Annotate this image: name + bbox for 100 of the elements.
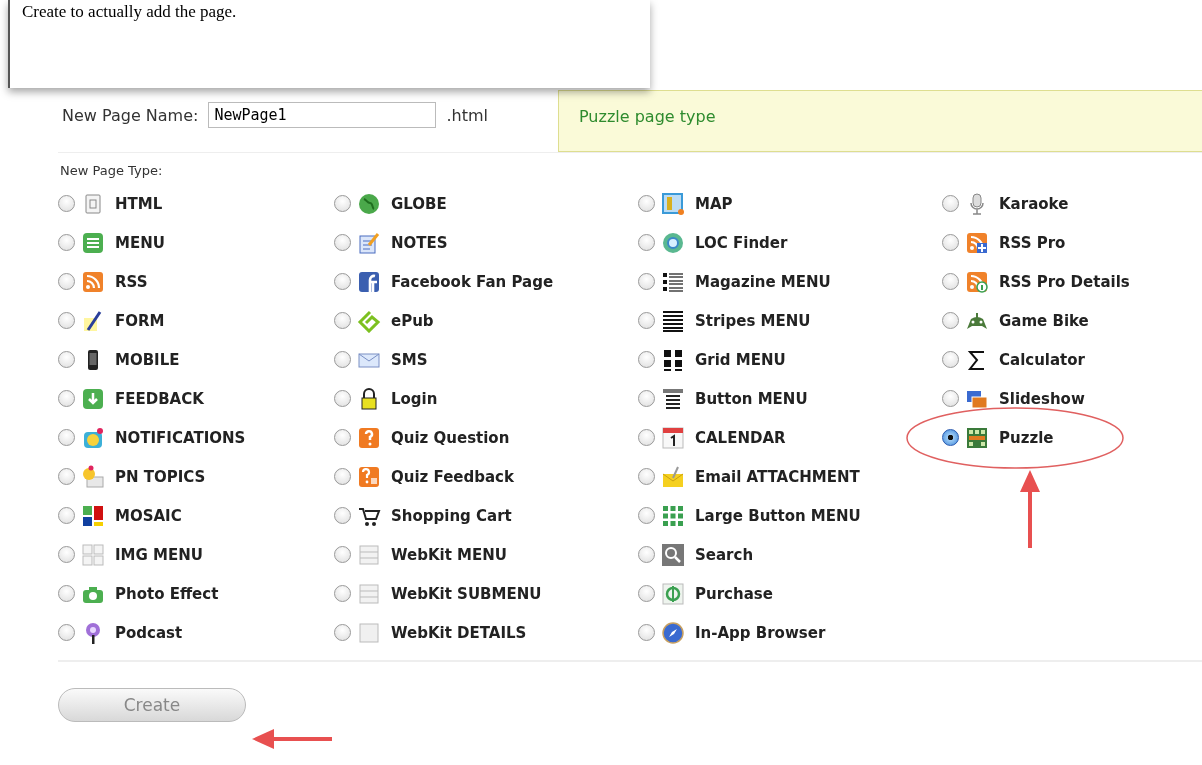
- page-type-option[interactable]: Grid MENU: [695, 350, 786, 369]
- search-icon: [661, 542, 685, 567]
- page-type-option[interactable]: SMS: [391, 350, 428, 369]
- page-type-option[interactable]: Facebook Fan Page: [391, 272, 554, 291]
- page-type-option[interactable]: GLOBE: [391, 194, 447, 213]
- page-type-label: New Page Type:: [60, 163, 164, 178]
- radio-button[interactable]: [942, 312, 959, 329]
- page-type-option[interactable]: RSS: [115, 272, 148, 291]
- page-type-option[interactable]: Magazine MENU: [695, 272, 831, 291]
- page-type-option[interactable]: RSS Pro Details: [999, 272, 1130, 291]
- page-type-option[interactable]: IMG MENU: [115, 545, 203, 564]
- chevron-icon: [357, 308, 381, 333]
- radio-button[interactable]: [334, 273, 351, 290]
- question-icon: [357, 464, 381, 489]
- page-type-option[interactable]: Purchase: [695, 584, 773, 603]
- page-type-option[interactable]: MOBILE: [115, 350, 180, 369]
- radio-button[interactable]: [334, 468, 351, 485]
- page-type-option[interactable]: In-App Browser: [695, 623, 826, 642]
- page-type-option[interactable]: WebKit DETAILS: [391, 623, 527, 642]
- list-icon: [81, 230, 105, 255]
- question-icon: [357, 425, 381, 450]
- page-type-option[interactable]: Shopping Cart: [391, 506, 512, 525]
- page-type-option[interactable]: PN TOPICS: [115, 467, 206, 486]
- radio-button[interactable]: [58, 429, 75, 446]
- page-type-option[interactable]: WebKit SUBMENU: [391, 584, 542, 603]
- radio-button[interactable]: [942, 273, 959, 290]
- radio-button[interactable]: [942, 390, 959, 407]
- radio-button[interactable]: [638, 195, 655, 212]
- page-type-option[interactable]: Slideshow: [999, 389, 1085, 408]
- page-type-option[interactable]: Large Button MENU: [695, 506, 861, 525]
- radio-button[interactable]: [58, 585, 75, 602]
- radio-button[interactable]: [638, 351, 655, 368]
- radio-button[interactable]: [334, 546, 351, 563]
- radio-button[interactable]: [58, 624, 75, 641]
- page-type-option[interactable]: Calculator: [999, 350, 1085, 369]
- page-type-option[interactable]: Stripes MENU: [695, 311, 811, 330]
- page-type-option[interactable]: LOC Finder: [695, 233, 788, 252]
- radio-button[interactable]: [942, 351, 959, 368]
- radio-button[interactable]: [58, 195, 75, 212]
- page-type-option[interactable]: Podcast: [115, 623, 183, 642]
- radio-button[interactable]: [638, 429, 655, 446]
- page-type-option[interactable]: Photo Effect: [115, 584, 219, 603]
- radio-button[interactable]: [638, 390, 655, 407]
- radio-button[interactable]: [334, 312, 351, 329]
- radio-button[interactable]: [942, 429, 959, 446]
- radio-button[interactable]: [58, 468, 75, 485]
- radio-button[interactable]: [334, 585, 351, 602]
- page-type-option[interactable]: Karaoke: [999, 194, 1069, 213]
- radio-button[interactable]: [58, 312, 75, 329]
- page-type-option[interactable]: Login: [391, 389, 438, 408]
- page-type-option[interactable]: FORM: [115, 311, 165, 330]
- page-type-option[interactable]: WebKit MENU: [391, 545, 507, 564]
- radio-button[interactable]: [334, 624, 351, 641]
- radio-button[interactable]: [638, 312, 655, 329]
- page-name-field[interactable]: NewPage1: [208, 102, 437, 128]
- radio-button[interactable]: [638, 468, 655, 485]
- radio-button[interactable]: [638, 624, 655, 641]
- page-type-option[interactable]: CALENDAR: [695, 428, 786, 447]
- radio-button[interactable]: [58, 234, 75, 251]
- radio-button[interactable]: [58, 507, 75, 524]
- smiley-icon: [81, 425, 105, 450]
- page-type-option[interactable]: FEEDBACK: [115, 389, 204, 408]
- page-type-option[interactable]: Game Bike: [999, 311, 1089, 330]
- page-type-option[interactable]: Puzzle: [999, 428, 1054, 447]
- radio-button[interactable]: [58, 273, 75, 290]
- radio-button[interactable]: [334, 390, 351, 407]
- rss-icon: [965, 230, 989, 255]
- radio-button[interactable]: [942, 234, 959, 251]
- radio-button[interactable]: [638, 273, 655, 290]
- radio-button[interactable]: [334, 351, 351, 368]
- radio-button[interactable]: [334, 429, 351, 446]
- money-icon: [661, 581, 685, 606]
- page-type-option[interactable]: Email ATTACHMENT: [695, 467, 860, 486]
- page-type-option[interactable]: Quiz Question: [391, 428, 510, 447]
- page-type-option[interactable]: Search: [695, 545, 754, 564]
- page-type-option[interactable]: Quiz Feedback: [391, 467, 514, 486]
- page-type-option[interactable]: MAP: [695, 194, 733, 213]
- map-icon: [661, 191, 685, 216]
- radio-button[interactable]: [638, 546, 655, 563]
- page-type-option[interactable]: HTML: [115, 194, 163, 213]
- page-type-option[interactable]: MOSAIC: [115, 506, 182, 525]
- page-type-option[interactable]: NOTES: [391, 233, 448, 252]
- radio-button[interactable]: [638, 585, 655, 602]
- page-type-option[interactable]: Button MENU: [695, 389, 808, 408]
- radio-button[interactable]: [58, 546, 75, 563]
- page-type-option[interactable]: NOTIFICATIONS: [115, 428, 246, 447]
- social-icon: [357, 269, 381, 294]
- radio-button[interactable]: [334, 195, 351, 212]
- page-type-option[interactable]: MENU: [115, 233, 165, 252]
- radio-button[interactable]: [638, 234, 655, 251]
- page-type-option[interactable]: RSS Pro: [999, 233, 1066, 252]
- radio-button[interactable]: [58, 390, 75, 407]
- radio-button[interactable]: [334, 234, 351, 251]
- radio-button[interactable]: [638, 507, 655, 524]
- info-text: Puzzle page type: [579, 106, 716, 126]
- radio-button[interactable]: [942, 195, 959, 212]
- radio-button[interactable]: [334, 507, 351, 524]
- page-type-option[interactable]: ePub: [391, 311, 434, 330]
- radio-button[interactable]: [58, 351, 75, 368]
- calendar-icon: [661, 425, 685, 450]
